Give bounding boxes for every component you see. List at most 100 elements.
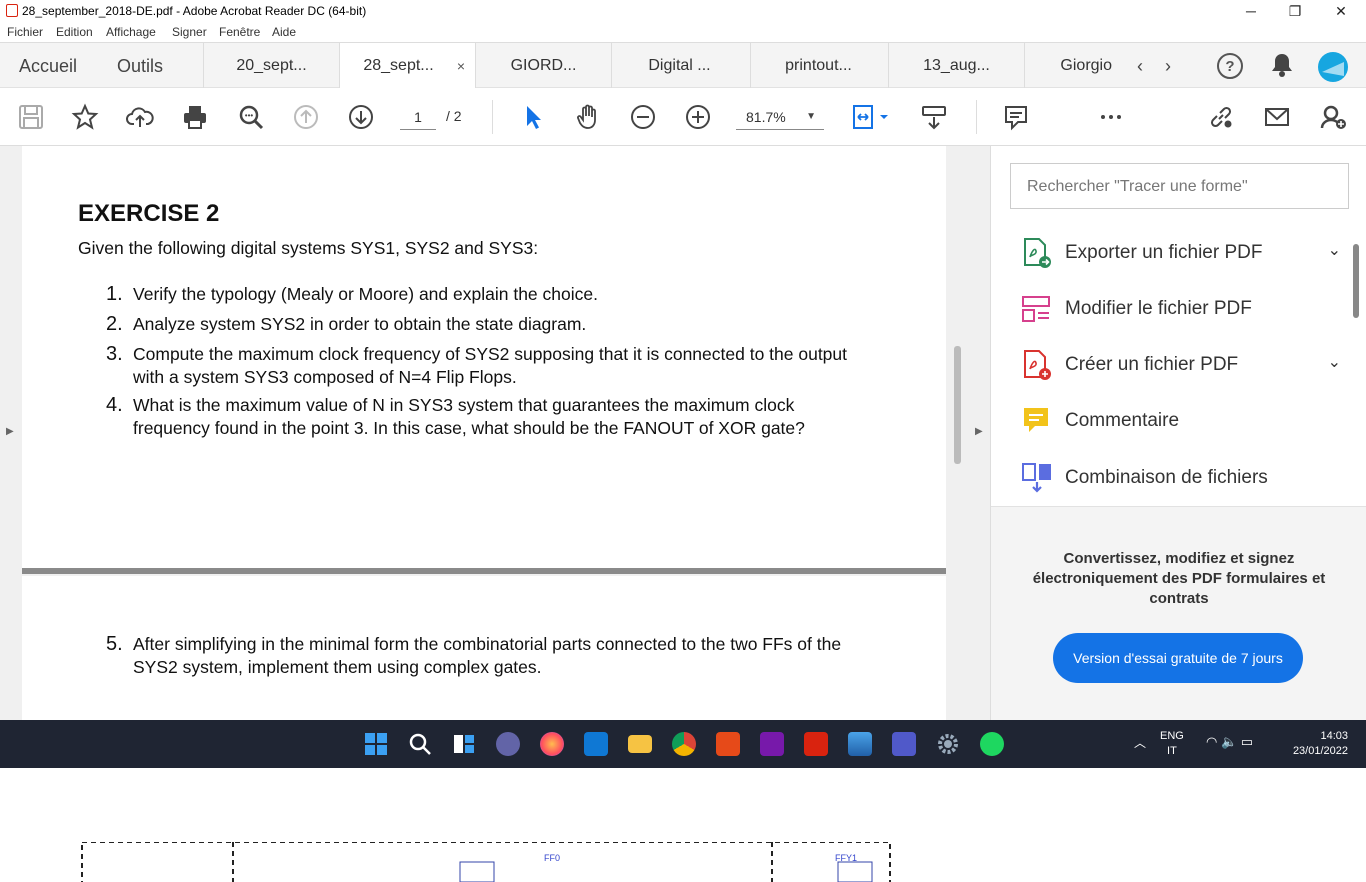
windows-start-icon[interactable] (362, 730, 390, 758)
acrobat-icon[interactable] (802, 730, 830, 758)
next-page-icon[interactable] (346, 102, 376, 132)
help-icon[interactable]: ? (1216, 52, 1244, 80)
minimize-button[interactable]: ─ (1228, 0, 1274, 22)
tool-comment[interactable]: Commentaire (1021, 400, 1341, 440)
tool-create-pdf[interactable]: Créer un fichier PDF ⌄ (1021, 344, 1341, 384)
star-icon[interactable] (70, 102, 100, 132)
circuit-diagram: FF0 FFY1 (81, 842, 891, 882)
tab-home[interactable]: Accueil (19, 43, 77, 89)
pdf-page-1: EXERCISE 2 Given the following digital s… (22, 146, 946, 568)
list-text: Analyze system SYS2 in order to obtain t… (133, 314, 587, 334)
comment-icon (1024, 408, 1048, 432)
promo-box: Convertissez, modifiez et signez électro… (991, 506, 1366, 720)
volume-icon[interactable]: 🔈 (1221, 734, 1237, 749)
menu-affichage[interactable]: Affichage (106, 25, 156, 39)
menu-signer[interactable]: Signer (172, 25, 207, 39)
office-icon[interactable] (714, 730, 742, 758)
restore-button[interactable]: ❐ (1272, 0, 1318, 22)
tool-export-pdf[interactable]: Exporter un fichier PDF ⌄ (1021, 232, 1341, 272)
tool-edit-pdf[interactable]: Modifier le fichier PDF (1021, 288, 1341, 328)
tool-search-input[interactable]: Rechercher "Tracer une forme" (1010, 163, 1349, 209)
fit-page-icon[interactable] (850, 102, 894, 132)
print-icon[interactable] (180, 102, 210, 132)
mail-icon[interactable] (1262, 102, 1292, 132)
windows-taskbar: ︿ ENG IT ◠ 🔈 ▭ 14:03 23/01/2022 (0, 720, 1366, 768)
lang-secondary: IT (1167, 745, 1177, 757)
collapse-right-pane-icon[interactable]: ▶ (975, 426, 983, 437)
close-window-button[interactable]: ✕ (1318, 0, 1364, 22)
onenote-icon[interactable] (758, 730, 786, 758)
menu-aide[interactable]: Aide (272, 25, 296, 39)
zoom-out-icon[interactable] (628, 102, 658, 132)
doc-tab[interactable]: 20_sept... (203, 43, 339, 89)
bell-icon[interactable] (1268, 52, 1296, 80)
upload-cloud-icon[interactable] (125, 102, 155, 132)
zoom-level-select[interactable]: 81.7% ▼ (736, 104, 824, 130)
keyboard-scroll-icon[interactable] (919, 102, 949, 132)
doc-tab[interactable]: printout... (750, 43, 886, 89)
chevron-left-icon[interactable]: ‹ (1126, 52, 1154, 80)
language-indicator[interactable]: ENG IT (1160, 729, 1184, 759)
spotify-icon[interactable] (978, 730, 1006, 758)
list-text: SYS2 system, implement them using comple… (133, 657, 542, 677)
save-icon[interactable] (16, 102, 46, 132)
expand-left-pane-icon[interactable]: ▶ (6, 426, 14, 437)
settings-gear-icon[interactable] (934, 730, 962, 758)
menu-edition[interactable]: Edition (56, 25, 93, 39)
outlook-icon[interactable] (582, 730, 610, 758)
more-options-icon[interactable] (1096, 102, 1126, 132)
tools-scrollbar[interactable] (1353, 244, 1359, 318)
list-text: with a system SYS3 composed of N=4 Flip … (133, 367, 517, 387)
document-view[interactable]: ▶ EXERCISE 2 Given the following digital… (0, 146, 990, 882)
page-number-input[interactable]: 1 (400, 104, 436, 130)
system-tray-icons[interactable]: ◠ 🔈 ▭ (1206, 734, 1253, 750)
select-cursor-icon[interactable] (518, 102, 548, 132)
chevron-down-icon[interactable]: ⌄ (1328, 352, 1341, 372)
avatar[interactable] (1318, 52, 1348, 82)
photos-icon[interactable] (846, 730, 874, 758)
menu-bar: Fichier Edition Affichage Signer Fenêtre… (0, 22, 1366, 42)
hand-tool-icon[interactable] (573, 102, 603, 132)
clock[interactable]: 14:03 23/01/2022 (1282, 729, 1348, 759)
free-trial-button[interactable]: Version d'essai gratuite de 7 jours (1053, 633, 1303, 683)
task-view-icon[interactable] (450, 730, 478, 758)
zoom-search-icon[interactable]: ••• (236, 102, 266, 132)
doc-tab[interactable]: 13_aug... (888, 43, 1024, 89)
doc-tab-active[interactable]: 28_sept... × (339, 43, 475, 89)
battery-icon[interactable]: ▭ (1241, 734, 1253, 749)
firefox-icon[interactable] (538, 730, 566, 758)
tab-tools[interactable]: Outils (117, 43, 163, 89)
doc-tab[interactable]: Digital ... (611, 43, 747, 89)
doc-tab[interactable]: Giorgio (1024, 43, 1120, 89)
chevron-right-icon[interactable]: › (1154, 52, 1182, 80)
list-number: 4. (106, 394, 123, 416)
teams-chat-icon[interactable] (494, 730, 522, 758)
file-explorer-icon[interactable] (626, 730, 654, 758)
wifi-icon[interactable]: ◠ (1206, 734, 1217, 749)
chevron-up-icon[interactable]: ︿ (1134, 734, 1146, 751)
teams-icon[interactable] (890, 730, 918, 758)
add-user-icon[interactable] (1318, 102, 1348, 132)
prev-page-icon[interactable] (291, 102, 321, 132)
chevron-down-icon[interactable]: ⌄ (1328, 240, 1341, 260)
chrome-icon[interactable] (670, 730, 698, 758)
menu-fichier[interactable]: Fichier (7, 25, 43, 39)
comment-icon[interactable] (1001, 102, 1031, 132)
window-title: 28_september_2018-DE.pdf - Adobe Acrobat… (22, 4, 367, 18)
menu-fenetre[interactable]: Fenêtre (219, 25, 260, 39)
clock-date: 23/01/2022 (1292, 745, 1348, 757)
close-tab-icon[interactable]: × (457, 43, 465, 89)
list-text: Compute the maximum clock frequency of S… (133, 344, 848, 364)
create-pdf-icon (1024, 350, 1051, 380)
tool-combine-files[interactable]: Combinaison de fichiers (1021, 457, 1341, 497)
zoom-in-icon[interactable] (683, 102, 713, 132)
search-icon[interactable] (406, 730, 434, 758)
doc-tab[interactable]: GIORD... (475, 43, 611, 89)
toolbar-divider (976, 100, 977, 134)
tab-bar: Accueil Outils 20_sept... 28_sept... × GI… (0, 42, 1366, 89)
doc-tab-label: GIORD... (510, 57, 577, 74)
tool-label: Modifier le fichier PDF (1065, 298, 1252, 319)
tool-label: Combinaison de fichiers (1065, 467, 1268, 488)
document-scrollbar[interactable] (954, 346, 961, 464)
share-link-icon[interactable] (1206, 102, 1236, 132)
